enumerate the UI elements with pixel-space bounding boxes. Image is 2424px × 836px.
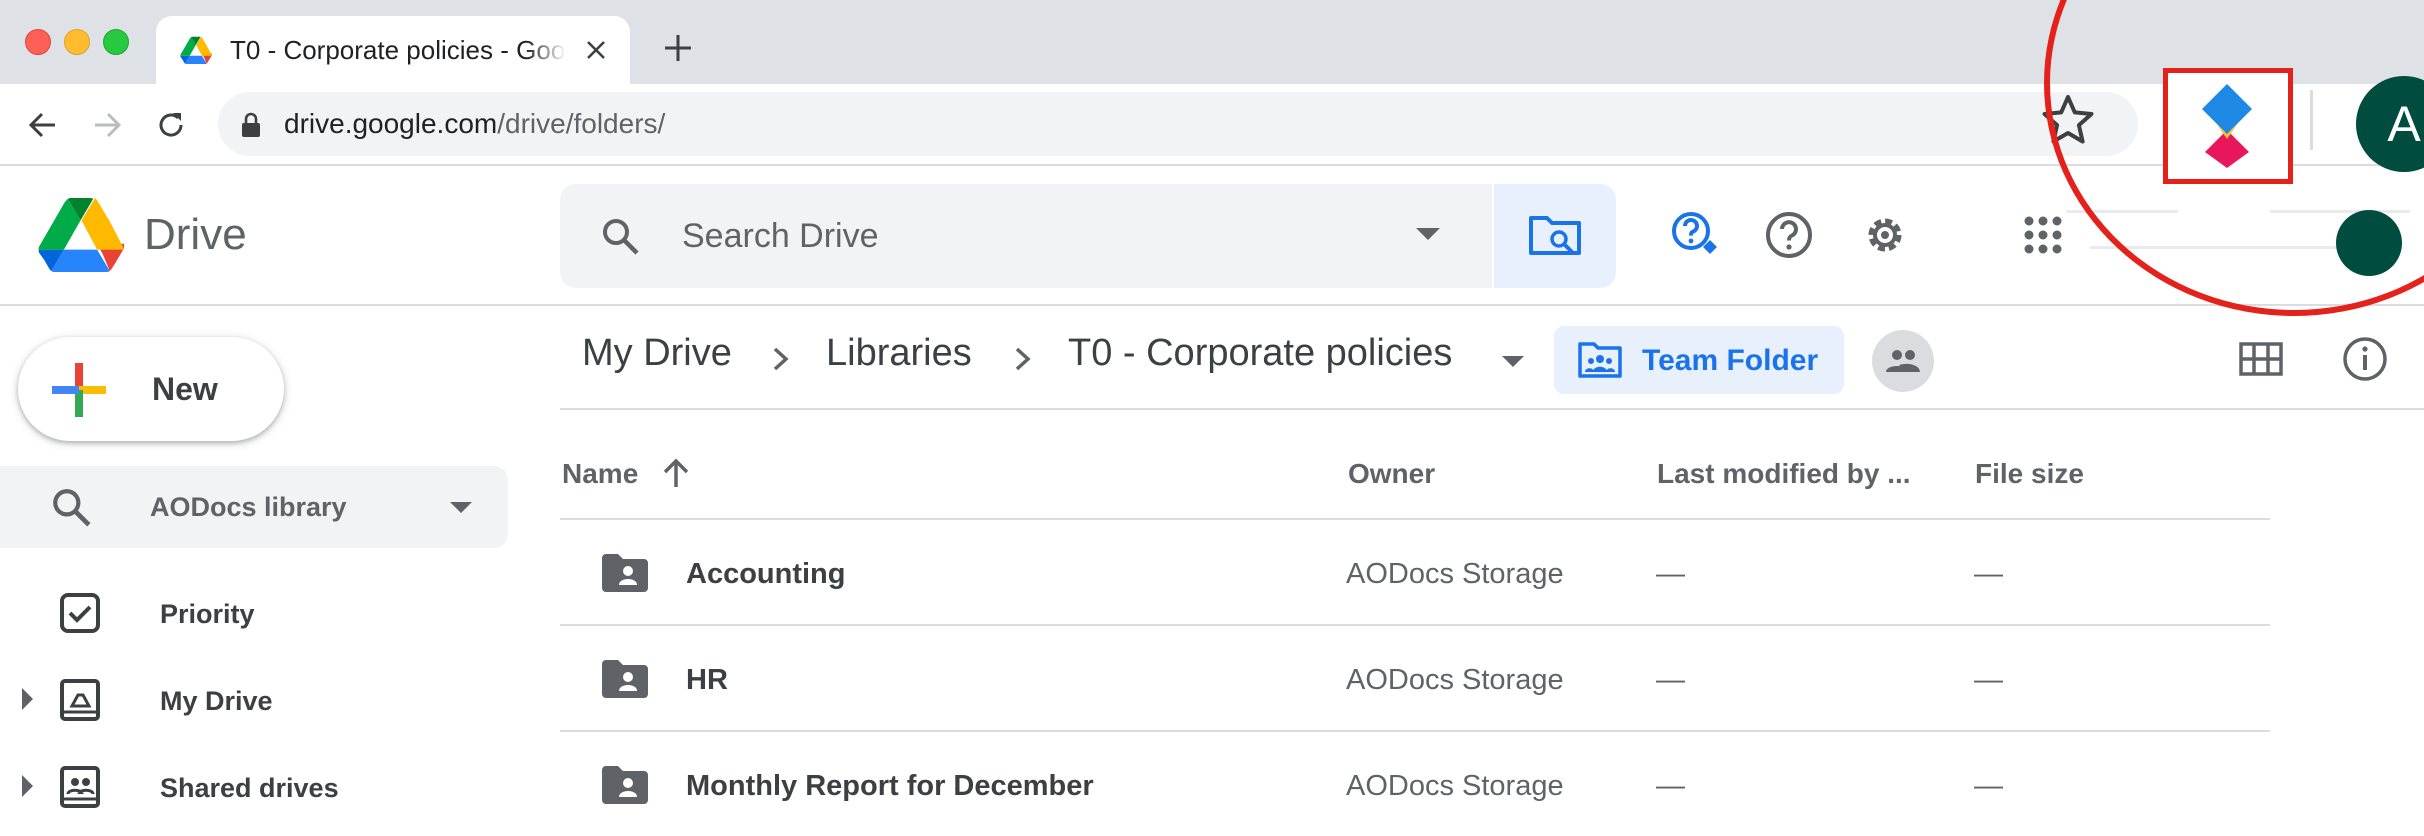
reload-icon[interactable] (148, 102, 194, 148)
column-header-file-size[interactable]: File size (1975, 458, 2084, 490)
account-avatar-partial[interactable] (2336, 210, 2402, 276)
table-row[interactable]: Accounting AODocs Storage — — (560, 520, 2270, 626)
aodocs-help-icon[interactable] (1666, 206, 1724, 264)
new-plus-icon (52, 363, 106, 417)
file-list-header: Name Owner Last modified by ... File siz… (560, 410, 2270, 520)
window-maximize-button[interactable] (103, 29, 129, 55)
screen: T0 - Corporate policies - Google Drive d… (0, 0, 2424, 836)
shared-folder-icon (602, 660, 648, 698)
sidebar-item-label: My Drive (160, 686, 273, 716)
folder-search-icon (1529, 216, 1581, 255)
file-size: — (1974, 558, 2003, 590)
breadcrumb-my-drive[interactable]: My Drive (582, 332, 732, 375)
browser-tab-active[interactable]: T0 - Corporate policies - Google Drive (156, 16, 630, 84)
new-tab-plus-icon[interactable] (660, 30, 696, 66)
aodocs-extension-icon[interactable] (2192, 84, 2262, 168)
column-header-last-modified[interactable]: Last modified by ... (1657, 458, 1911, 490)
library-selector-label: AODocs library (150, 492, 347, 522)
team-folder-icon (1578, 342, 1622, 378)
sidebar-item-my-drive[interactable]: My Drive (0, 662, 508, 738)
lock-icon (242, 112, 260, 137)
search-icon[interactable] (600, 216, 640, 256)
shared-with-people-button[interactable] (1872, 330, 1934, 392)
team-folder-chip[interactable]: Team Folder (1554, 326, 1844, 394)
file-name: Monthly Report for December (686, 770, 1094, 802)
library-dropdown-caret-icon[interactable] (450, 502, 472, 513)
toolbar-separator (2310, 90, 2313, 150)
help-icon[interactable] (1760, 206, 1818, 264)
file-modified: — (1656, 770, 1685, 802)
zoom-divider-line (2090, 246, 2370, 249)
new-button[interactable]: New (18, 337, 284, 441)
zoom-divider-line (2270, 210, 2410, 213)
my-drive-icon (60, 679, 100, 721)
back-arrow-icon[interactable] (20, 102, 66, 148)
window-close-button[interactable] (25, 29, 51, 55)
priority-checkbox-icon (60, 593, 100, 633)
breadcrumb: My Drive Libraries T0 - Corporate polici… (560, 306, 2424, 410)
folder-search-button[interactable] (1494, 184, 1616, 288)
sidebar-item-label: Shared drives (160, 773, 339, 803)
expand-arrow-icon[interactable] (22, 775, 33, 797)
details-info-icon[interactable] (2340, 334, 2390, 384)
breadcrumb-current-folder[interactable]: T0 - Corporate policies (1068, 332, 1452, 375)
shared-folder-icon (602, 554, 648, 592)
address-bar[interactable]: drive.google.com/drive/folders/ (218, 92, 2138, 156)
google-drive-logo-icon (38, 197, 124, 272)
bookmark-star-icon[interactable] (2040, 92, 2096, 148)
browser-tab-strip: T0 - Corporate policies - Google Drive (0, 0, 2424, 84)
folder-menu-caret-icon[interactable] (1502, 356, 1524, 367)
shared-drives-icon (60, 766, 100, 808)
library-selector[interactable]: AODocs library (0, 466, 508, 548)
search-input[interactable] (682, 210, 1282, 262)
file-size: — (1974, 664, 2003, 696)
zoom-divider-line (2066, 210, 2178, 213)
column-header-name[interactable]: Name (562, 458, 638, 490)
url-text: drive.google.com/drive/folders/ (284, 108, 665, 140)
breadcrumb-libraries[interactable]: Libraries (826, 332, 972, 375)
column-header-owner[interactable]: Owner (1348, 458, 1435, 490)
settings-gear-icon[interactable] (1856, 206, 1914, 264)
sidebar-item-priority[interactable]: Priority (0, 575, 508, 651)
grid-view-icon[interactable] (2236, 334, 2286, 384)
file-name: HR (686, 664, 728, 696)
expand-arrow-icon[interactable] (22, 688, 33, 710)
apps-grid-icon[interactable] (2014, 206, 2072, 264)
breadcrumb-chevron-icon (773, 347, 789, 371)
drive-favicon-icon (180, 36, 212, 64)
search-bar[interactable] (560, 184, 1492, 288)
sidebar-item-shared-drives[interactable]: Shared drives (0, 749, 508, 825)
file-name: Accounting (686, 558, 846, 590)
library-search-icon (53, 489, 91, 527)
url-host: drive.google.com (284, 108, 498, 139)
breadcrumb-chevron-icon (1015, 347, 1031, 371)
window-minimize-button[interactable] (64, 29, 90, 55)
tab-title: T0 - Corporate policies - Google Drive (230, 35, 566, 65)
tab-close-icon[interactable] (580, 34, 612, 66)
file-modified: — (1656, 558, 1685, 590)
table-row[interactable]: Monthly Report for December AODocs Stora… (560, 732, 2270, 836)
sidebar-item-label: Priority (160, 599, 255, 629)
forward-arrow-icon[interactable] (84, 102, 130, 148)
url-path: /drive/folders/ (497, 108, 666, 139)
team-folder-label: Team Folder (1642, 344, 1819, 377)
people-icon (1886, 350, 1920, 372)
file-owner: AODocs Storage (1346, 664, 1564, 696)
file-size: — (1974, 770, 2003, 802)
sort-ascending-arrow-icon[interactable] (660, 458, 692, 490)
file-owner: AODocs Storage (1346, 558, 1564, 590)
table-row[interactable]: HR AODocs Storage — — (560, 626, 2270, 732)
search-options-caret-icon[interactable] (1416, 228, 1440, 240)
file-owner: AODocs Storage (1346, 770, 1564, 802)
file-modified: — (1656, 664, 1685, 696)
shared-folder-icon (602, 766, 648, 804)
new-button-label: New (152, 371, 218, 407)
drive-app-name: Drive (144, 210, 247, 259)
